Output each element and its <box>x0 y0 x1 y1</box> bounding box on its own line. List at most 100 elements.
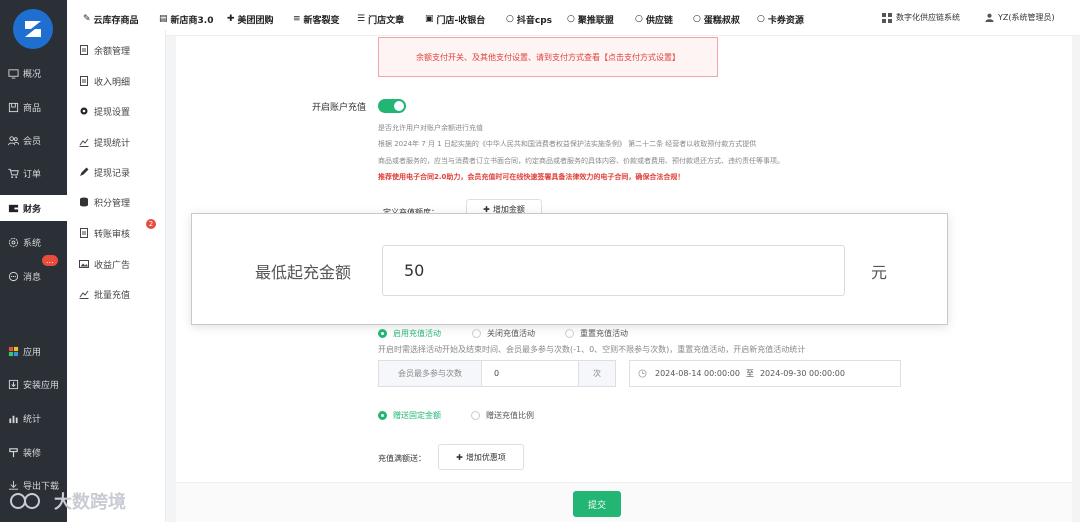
sidebar-item-label: 概况 <box>23 69 42 80</box>
sidebar-item-label: 商品 <box>23 103 42 114</box>
activity-date-range[interactable]: 2024-08-14 00:00:00 至 2024-09-30 00:00:0… <box>629 360 901 387</box>
min-recharge-label: 最低起充金额 <box>255 263 352 282</box>
sidebar-item-goods[interactable]: 商品 <box>0 94 67 120</box>
min-recharge-unit: 元 <box>871 263 888 282</box>
times-input-suffix: 次 <box>578 360 616 387</box>
contract-hint: 推荐使用电子合同2.0助力，会员充值时可在线快速签署具备法律效力的电子合同，确保… <box>378 173 685 181</box>
nav-item-cloud-stock[interactable]: ✎ 云库存商品 <box>83 12 139 26</box>
box-icon <box>8 102 19 112</box>
sidebar-item-label: 安装应用 <box>23 380 60 391</box>
wallet-icon <box>8 204 19 212</box>
add-discount-button[interactable]: ✚ 增加优惠项 <box>438 444 524 470</box>
doc-icon <box>80 76 88 86</box>
submenu-item-withdraw-records[interactable]: 提现记录 <box>79 164 130 180</box>
recharge-toggle[interactable] <box>378 99 406 113</box>
menu-icon: ☰ <box>357 14 366 24</box>
nav-item-meituan[interactable]: ✚ 美团团购 <box>227 12 274 26</box>
date-end: 2024-09-30 00:00:00 <box>759 369 845 378</box>
pencil-icon <box>80 167 89 176</box>
sidebar-item-label: 装修 <box>23 448 42 459</box>
radio-disable-activity[interactable]: 关闭充值活动 <box>472 328 535 339</box>
sidebar-item-system[interactable]: 系统 <box>0 229 67 255</box>
plus-icon: ✚ <box>456 452 463 462</box>
sidebar-item-finance[interactable]: 财务 <box>0 195 67 221</box>
install-icon <box>8 379 19 389</box>
submenu-item-income[interactable]: 收入明细 <box>79 73 130 89</box>
sidebar-item-label: 消息 <box>23 272 42 283</box>
gear-icon <box>8 237 19 247</box>
sidebar-item-orders[interactable]: 订单 <box>0 160 67 186</box>
submenu-item-batch-recharge[interactable]: 批量充值 <box>79 286 130 302</box>
radio-enable-activity[interactable]: 启用充值活动 <box>378 328 441 339</box>
min-recharge-zoom-panel: 最低起充金额 50 元 <box>191 213 948 325</box>
radio-dot <box>378 329 387 338</box>
radio-reset-activity[interactable]: 重置充值活动 <box>565 328 628 339</box>
law-hint-line1: 根据 2024年 7 月 1 日起实施的《中华人民共和国消费者权益保护法实施条例… <box>378 140 757 148</box>
gear-icon <box>80 107 88 115</box>
radio-fixed-amount[interactable]: 赠送固定金额 <box>378 410 441 421</box>
times-input[interactable]: 0 <box>481 360 579 387</box>
submit-bar <box>176 482 1072 522</box>
sidebar-item-apps[interactable]: 应用 <box>0 338 67 364</box>
watermark: 大数跨境 <box>8 488 126 514</box>
submit-button[interactable]: 提交 <box>573 491 621 517</box>
sidebar-item-messages[interactable]: 消息 ... <box>0 255 67 289</box>
watermark-logo-icon <box>10 493 40 509</box>
line-chart-icon <box>79 138 89 147</box>
submenu-item-ads-revenue[interactable]: 收益广告 <box>79 256 130 272</box>
circle-icon: ○ <box>567 14 575 24</box>
min-recharge-input[interactable]: 50 <box>382 245 845 296</box>
payment-alert[interactable]: 余额支付开关、及其他支付设置、请到支付方式查看【点击支付方式设置】 <box>378 37 718 77</box>
user-icon <box>985 13 994 22</box>
circle-icon: ○ <box>635 14 643 24</box>
sidebar-item-decoration[interactable]: 装修 <box>0 439 67 465</box>
pen-icon: ✎ <box>83 14 91 24</box>
plus-icon: ✚ <box>227 14 235 24</box>
monitor-icon <box>8 68 19 79</box>
system-switch[interactable]: 数字化供应链系统 <box>882 12 960 23</box>
brush-icon <box>9 447 18 457</box>
grid-icon: ▤ <box>159 14 168 24</box>
user-menu[interactable]: YZ(系统管理员) <box>985 12 1055 23</box>
sidebar-item-label: 系统 <box>23 238 42 249</box>
sidebar-item-label: 订单 <box>23 169 42 180</box>
radio-dot <box>378 411 387 420</box>
nav-item-coupon-resources[interactable]: ○ 卡券资源 <box>757 12 804 26</box>
activity-hint: 开启时需选择活动开始及结束时间、会员最多参与次数(-1、0、空则不限参与次数)，… <box>378 345 806 354</box>
submenu-item-withdraw-settings[interactable]: 提现设置 <box>79 103 130 119</box>
sidebar-item-label: 应用 <box>23 347 42 358</box>
submenu-item-points[interactable]: 积分管理 <box>79 194 130 210</box>
sidebar-item-label: 会员 <box>23 136 42 147</box>
database-icon <box>80 197 88 207</box>
nav-item-alliance[interactable]: ○ 聚推联盟 <box>567 12 614 26</box>
cart-icon <box>8 168 19 178</box>
nav-item-supply-chain[interactable]: ○ 供应链 <box>635 12 673 26</box>
message-badge: ... <box>42 255 58 266</box>
main-sidebar: 概况 商品 会员 订单 财务 系统 消息 ... 应用 安装应用 统计 装修 导… <box>0 0 67 522</box>
nav-item-cashier[interactable]: ▣ 门店-收银台 <box>425 12 485 26</box>
nav-item-new-store[interactable]: ▤ 新店商3.0 <box>159 12 213 26</box>
nav-item-cake-uncle[interactable]: ○ 蛋糕叔叔 <box>693 12 740 26</box>
full-gift-label: 充值满额送： <box>378 454 426 463</box>
circle-icon: ○ <box>693 14 701 24</box>
image-icon <box>79 260 89 268</box>
times-input-prefix: 会员最多参与次数 <box>378 360 482 387</box>
chat-icon <box>8 271 19 281</box>
app-logo[interactable] <box>13 9 53 49</box>
transfer-badge: 2 <box>146 219 156 229</box>
radio-ratio[interactable]: 赠送充值比例 <box>471 410 534 421</box>
sidebar-item-label: 统计 <box>23 414 42 425</box>
submenu-item-withdraw-stats[interactable]: 提现统计 <box>79 134 130 150</box>
nav-item-store-articles[interactable]: ☰ 门店文章 <box>357 12 404 26</box>
sidebar-item-statistics[interactable]: 统计 <box>0 405 67 431</box>
sidebar-item-install-apps[interactable]: 安装应用 <box>0 371 67 397</box>
sidebar-item-members[interactable]: 会员 <box>0 127 67 153</box>
finance-submenu: 余额管理 收入明细 提现设置 提现统计 提现记录 积分管理 转账审核 2 收益广告… <box>67 30 166 522</box>
submenu-item-balance[interactable]: 余额管理 <box>79 42 130 58</box>
sidebar-item-overview[interactable]: 概况 <box>0 60 67 86</box>
nav-item-fission[interactable]: ≡ 新客裂变 <box>293 12 340 26</box>
nav-item-douyin-cps[interactable]: ○ 抖音cps <box>506 12 552 26</box>
submenu-item-transfer-review[interactable]: 转账审核 2 <box>79 219 156 241</box>
radio-dot <box>565 329 574 338</box>
recharge-hint: 是否允许用户对账户余额进行充值 <box>378 124 483 132</box>
